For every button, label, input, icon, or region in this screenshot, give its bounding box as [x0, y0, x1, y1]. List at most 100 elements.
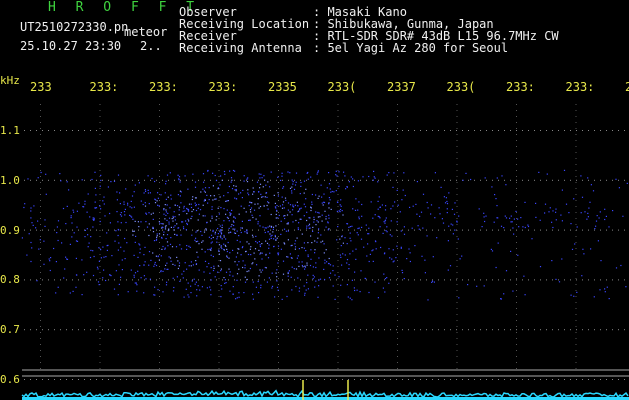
grid-dot — [252, 329, 253, 331]
noise-pixel — [291, 266, 293, 268]
noise-pixel — [584, 211, 586, 213]
noise-pixel — [259, 269, 261, 271]
grid-dot — [546, 379, 547, 380]
noise-pixel — [164, 192, 166, 194]
noise-pixel — [307, 242, 309, 244]
noise-pixel — [219, 225, 221, 227]
noise-pixel — [484, 177, 486, 179]
grid-dot — [48, 329, 49, 331]
noise-pixel — [258, 275, 260, 277]
grid-dot — [337, 194, 339, 195]
grid-dot — [444, 130, 445, 131]
noise-pixel — [612, 210, 614, 212]
grid-dot — [456, 254, 458, 255]
noise-pixel — [426, 201, 428, 204]
noise-pixel — [119, 192, 121, 194]
noise-pixel — [90, 236, 92, 238]
noise-pixel — [139, 248, 141, 250]
noise-pixel — [522, 226, 524, 228]
grid-dot — [348, 130, 349, 131]
noise-pixel — [310, 176, 312, 178]
noise-pixel — [267, 257, 270, 259]
noise-pixel — [217, 188, 219, 190]
grid-dot — [218, 140, 220, 141]
grid-dot — [40, 368, 41, 369]
grid-dot — [480, 329, 481, 331]
noise-pixel — [103, 196, 105, 198]
noise-pixel — [391, 258, 393, 260]
grid-dot — [516, 242, 517, 243]
grid-dot — [138, 329, 139, 331]
noise-pixel — [199, 209, 202, 211]
grid-dot — [337, 254, 339, 255]
grid-dot — [294, 329, 295, 331]
noise-pixel — [301, 264, 303, 267]
noise-pixel — [265, 240, 267, 242]
grid-dot — [432, 179, 433, 181]
noise-pixel — [195, 263, 198, 265]
noise-pixel — [323, 193, 325, 195]
noise-pixel — [168, 221, 170, 223]
noise-pixel — [377, 181, 379, 183]
noise-pixel — [294, 240, 297, 242]
noise-pixel — [195, 204, 197, 206]
grid-dot — [408, 130, 409, 131]
noise-pixel — [241, 227, 243, 229]
noise-pixel — [220, 233, 222, 235]
grid-dot — [575, 350, 577, 351]
noise-pixel — [178, 176, 181, 178]
noise-pixel — [409, 252, 411, 254]
grid-dot — [234, 130, 235, 131]
noise-pixel — [168, 223, 170, 225]
grid-dot — [558, 279, 559, 281]
noise-pixel — [164, 248, 166, 250]
noise-pixel — [494, 194, 496, 196]
grid-dot — [240, 229, 241, 231]
grid-dot — [456, 206, 458, 207]
noise-pixel — [281, 196, 283, 198]
noise-pixel — [155, 264, 158, 267]
noise-pixel — [295, 181, 297, 183]
grid-dot — [40, 146, 41, 147]
grid-dot — [337, 206, 339, 207]
noise-pixel — [174, 204, 176, 206]
noise-pixel — [331, 190, 333, 193]
grid-dot — [486, 329, 487, 331]
noise-pixel — [203, 200, 205, 202]
grid-dot — [456, 284, 458, 285]
grid-dot — [218, 122, 220, 123]
noise-pixel — [61, 242, 63, 244]
noise-pixel — [103, 203, 105, 205]
noise-pixel — [157, 289, 159, 291]
grid-dot — [218, 134, 220, 135]
noise-pixel — [456, 221, 458, 223]
noise-pixel — [124, 258, 126, 260]
noise-pixel — [180, 202, 182, 204]
noise-pixel — [206, 222, 208, 224]
noise-pixel — [186, 223, 188, 226]
grid-dot — [278, 302, 279, 303]
grid-dot — [300, 279, 301, 281]
noise-pixel — [138, 182, 140, 184]
grid-dot — [510, 379, 511, 380]
noise-pixel — [396, 245, 398, 247]
grid-dot — [264, 279, 265, 281]
grid-dot — [330, 179, 331, 181]
noise-pixel — [418, 228, 420, 230]
noise-pixel — [403, 233, 406, 235]
grid-dot — [492, 179, 493, 181]
grid-dot — [378, 179, 379, 181]
noise-pixel — [427, 299, 429, 301]
grid-dot — [278, 206, 279, 207]
noise-pixel — [401, 269, 403, 271]
noise-pixel — [344, 237, 346, 239]
grid-dot — [426, 279, 427, 281]
grid-dot — [216, 379, 217, 380]
grid-dot — [126, 329, 127, 331]
noise-pixel — [604, 208, 606, 210]
grid-dot — [42, 329, 43, 331]
noise-pixel — [324, 262, 326, 264]
grid-dot — [132, 329, 133, 331]
noise-pixel — [393, 172, 395, 174]
noise-pixel — [386, 231, 388, 233]
